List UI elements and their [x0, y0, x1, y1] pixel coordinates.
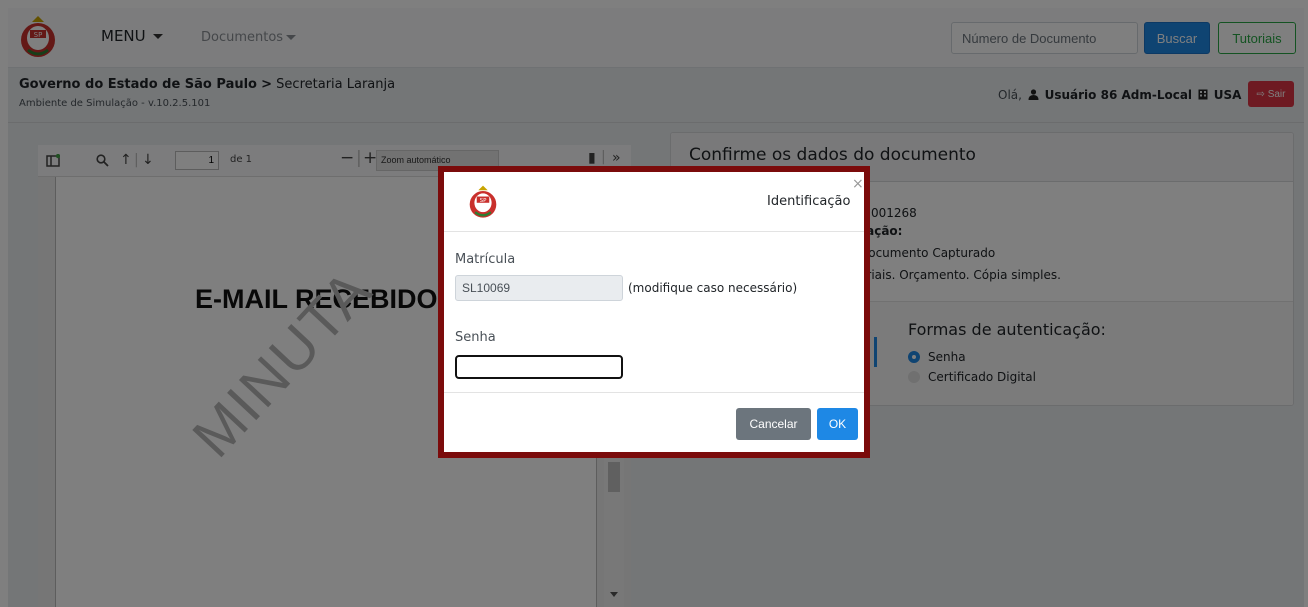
- modal-divider: [444, 392, 864, 393]
- identification-modal: × SP Identificação Matrícula (modifique …: [438, 166, 870, 458]
- cancel-button[interactable]: Cancelar: [736, 408, 811, 440]
- matricula-label: Matrícula: [455, 252, 516, 267]
- matricula-input[interactable]: [455, 275, 623, 301]
- password-input[interactable]: [455, 355, 623, 379]
- password-label: Senha: [455, 330, 496, 345]
- modal-divider: [444, 231, 864, 232]
- matricula-hint: (modifique caso necessário): [628, 281, 798, 295]
- modal-title: Identificação: [767, 194, 851, 209]
- state-coat-of-arms-logo: SP: [469, 185, 497, 218]
- close-icon[interactable]: ×: [852, 176, 864, 192]
- svg-text:SP: SP: [480, 198, 487, 204]
- ok-button[interactable]: OK: [817, 408, 858, 440]
